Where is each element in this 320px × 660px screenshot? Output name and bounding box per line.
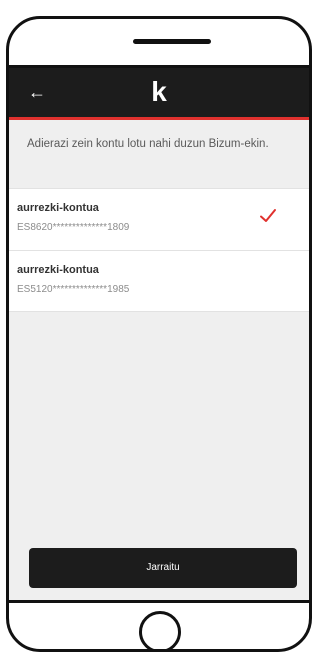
speaker-grille: [133, 39, 211, 44]
home-button[interactable]: [139, 611, 181, 649]
phone-frame: ← k Adierazi zein kontu lotu nahi duzun …: [6, 16, 312, 652]
instruction-text: Adierazi zein kontu lotu nahi duzun Bizu…: [27, 138, 269, 150]
app-header: ← k: [9, 68, 309, 120]
account-number: ES5120**************1985: [17, 284, 130, 295]
account-name: aurrezki-kontua: [17, 264, 99, 276]
app-logo: k: [151, 76, 167, 107]
app-screen: ← k Adierazi zein kontu lotu nahi duzun …: [9, 65, 309, 603]
continue-button[interactable]: Jarraitu: [29, 548, 297, 588]
account-item-1[interactable]: aurrezki-kontua ES8620**************1809: [9, 188, 309, 250]
account-item-2[interactable]: aurrezki-kontua ES5120**************1985: [9, 250, 309, 312]
account-list: aurrezki-kontua ES8620**************1809…: [9, 188, 309, 312]
checkmark-icon: [260, 209, 276, 222]
